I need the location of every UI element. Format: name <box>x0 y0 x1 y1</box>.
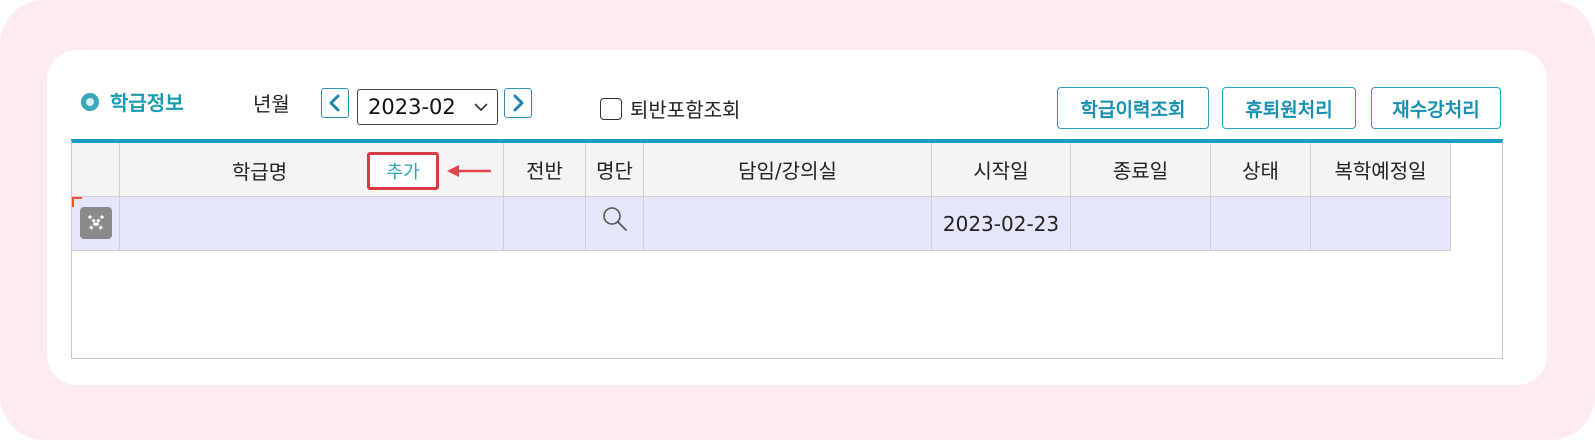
section-title: 학급정보 <box>110 91 184 115</box>
header-teacher-room: 담임/강의실 <box>644 143 932 197</box>
teacher-room-cell[interactable] <box>644 197 932 251</box>
chevron-left-icon <box>329 94 340 112</box>
header-prev-class: 전반 <box>504 143 586 197</box>
add-class-button[interactable]: 추가 <box>367 152 439 190</box>
return-date-cell[interactable] <box>1311 197 1451 251</box>
row-marker <box>72 197 120 251</box>
header-status: 상태 <box>1211 143 1311 197</box>
magnifier-icon[interactable] <box>601 205 629 233</box>
prev-class-cell[interactable] <box>504 197 586 251</box>
radio-circle-icon <box>81 93 99 111</box>
include-withdrawn-option[interactable]: 퇴반포함조회 <box>600 94 740 123</box>
close-icon <box>87 214 105 232</box>
class-name-cell[interactable] <box>120 197 504 251</box>
row-edit-marker <box>72 197 82 207</box>
arrow-left-icon <box>447 165 491 177</box>
include-withdrawn-checkbox[interactable] <box>600 97 622 120</box>
year-month-label: 년월 <box>253 92 290 116</box>
month-select[interactable]: 2023-02 <box>357 89 498 125</box>
start-date-cell[interactable]: 2023-02-23 <box>932 197 1071 251</box>
month-select-value: 2023-02 <box>368 95 456 119</box>
end-date-cell[interactable] <box>1071 197 1211 251</box>
delete-row-button[interactable] <box>80 207 112 239</box>
leave-return-button[interactable]: 휴퇴원처리 <box>1222 87 1356 129</box>
header-label: 학급명 <box>232 160 288 184</box>
header-start-date: 시작일 <box>932 143 1071 197</box>
class-history-button[interactable]: 학급이력조회 <box>1057 87 1209 129</box>
chevron-down-icon <box>474 103 488 112</box>
header-roster: 명단 <box>586 143 644 197</box>
header-class-name: 학급명 추가 <box>120 143 504 197</box>
status-cell[interactable] <box>1211 197 1311 251</box>
header-row-marker <box>72 143 120 197</box>
next-month-button[interactable] <box>504 88 532 118</box>
header-return-date: 복학예정일 <box>1311 143 1451 197</box>
chevron-right-icon <box>513 94 524 112</box>
roster-cell[interactable] <box>586 197 644 251</box>
class-grid: 학급명 추가 전반 명단 담임/강의실 시작일 종료일 상태 복학예정일 202… <box>71 139 1503 359</box>
repeat-course-button[interactable]: 재수강처리 <box>1371 87 1501 129</box>
prev-month-button[interactable] <box>321 88 349 118</box>
header-end-date: 종료일 <box>1071 143 1211 197</box>
include-withdrawn-label: 퇴반포함조회 <box>630 98 741 122</box>
